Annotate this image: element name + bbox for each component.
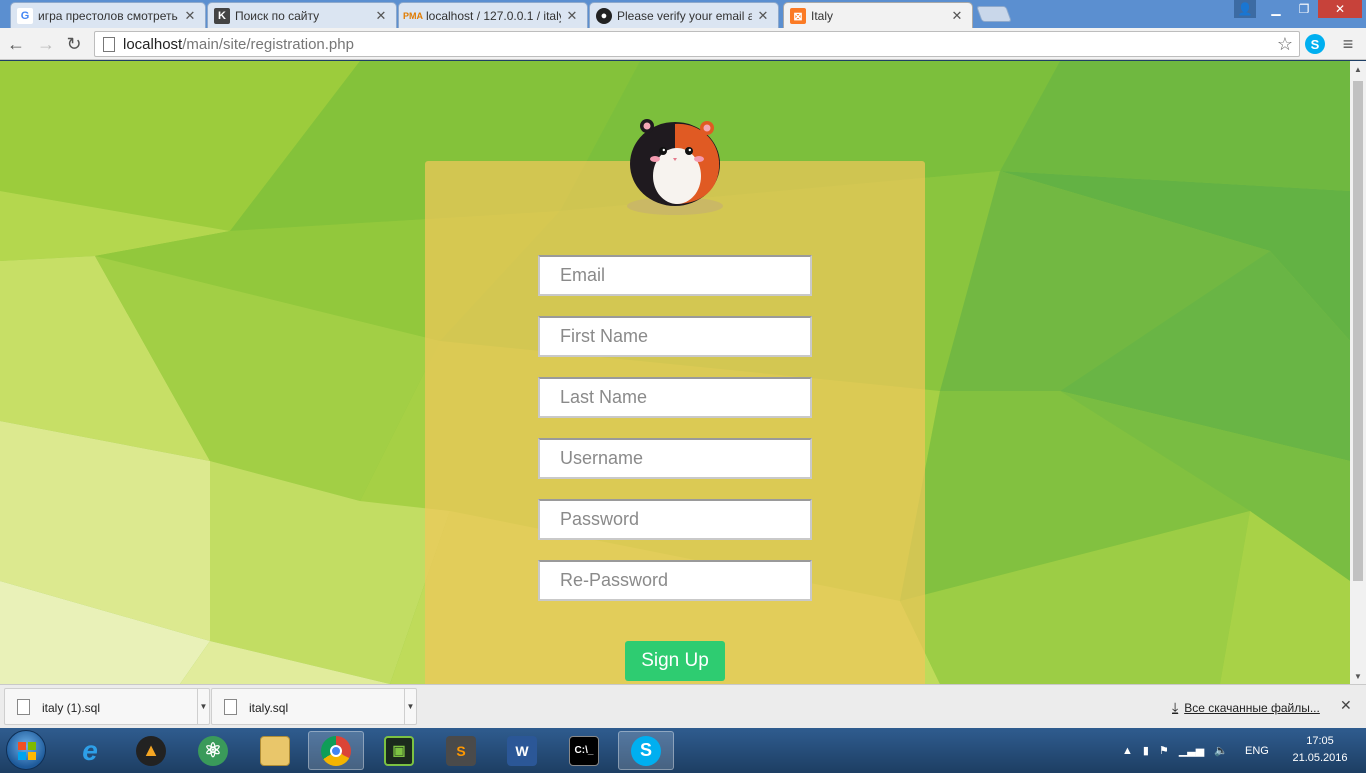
file-icon bbox=[17, 699, 30, 715]
skype-icon: S bbox=[631, 735, 661, 766]
windows-taskbar: e ▲ ⚛ ▣ S W C:\_ S ▲ ▮ ⚑ ▁▃▅ 🔈 ENG 17:05… bbox=[0, 728, 1366, 773]
username-field[interactable] bbox=[538, 438, 812, 479]
sublime-text-icon: S bbox=[446, 735, 476, 766]
tab-title: Italy bbox=[811, 9, 834, 23]
forward-button[interactable]: → bbox=[34, 32, 58, 56]
folder-icon bbox=[260, 735, 290, 766]
volume-icon[interactable]: 🔈 bbox=[1214, 744, 1228, 757]
back-button[interactable]: ← bbox=[4, 32, 28, 56]
download-name: italy.sql bbox=[249, 701, 289, 715]
registration-card bbox=[425, 161, 925, 684]
internet-explorer-icon: e bbox=[82, 734, 98, 766]
aimp-icon: ▲ bbox=[136, 735, 166, 766]
restore-button[interactable]: ❐ bbox=[1290, 0, 1318, 18]
action-center-flag-icon[interactable]: ⚑ bbox=[1159, 744, 1169, 757]
taskbar-chrome[interactable] bbox=[308, 731, 364, 770]
address-bar[interactable]: localhost/main/site/registration.php ☆ bbox=[94, 31, 1300, 57]
tab-title: Please verify your email ad bbox=[617, 8, 752, 23]
show-all-downloads-link[interactable]: ⤓ Все скачанные файлы... bbox=[1172, 699, 1320, 716]
network-signal-icon[interactable]: ▁▃▅ bbox=[1179, 744, 1204, 757]
skype-extension-icon[interactable]: S bbox=[1305, 34, 1325, 54]
google-icon: G bbox=[17, 7, 33, 24]
tab-github[interactable]: ● Please verify your email ad ✕ bbox=[589, 2, 779, 28]
show-hidden-icons-icon[interactable]: ▲ bbox=[1122, 745, 1133, 757]
tab-search[interactable]: K Поиск по сайту ✕ bbox=[207, 2, 397, 28]
battery-icon[interactable]: ▮ bbox=[1143, 744, 1149, 757]
taskbar-explorer[interactable] bbox=[247, 731, 303, 770]
show-all-label: Все скачанные файлы... bbox=[1184, 700, 1320, 715]
sign-up-button[interactable]: Sign Up bbox=[625, 641, 725, 681]
close-window-button[interactable]: ✕ bbox=[1318, 0, 1362, 18]
clock-date: 21.05.2016 bbox=[1292, 752, 1348, 764]
new-tab-button[interactable] bbox=[976, 6, 1012, 22]
last-name-field[interactable] bbox=[538, 377, 812, 418]
user-icon[interactable]: 👤 bbox=[1234, 0, 1256, 18]
taskbar-aimp[interactable]: ▲ bbox=[123, 731, 179, 770]
page-scrollbar[interactable]: ▲ ▼ bbox=[1350, 61, 1366, 684]
language-indicator[interactable]: ENG bbox=[1245, 728, 1269, 773]
tab-google[interactable]: G игра престолов смотреть ✕ bbox=[10, 2, 206, 28]
email-field[interactable] bbox=[538, 255, 812, 296]
minimize-button[interactable]: ▁ bbox=[1262, 0, 1290, 18]
tab-title: игра престолов смотреть bbox=[38, 8, 178, 23]
command-prompt-icon: C:\_ bbox=[569, 735, 599, 766]
download-item[interactable]: italy (1).sql ▼ bbox=[4, 688, 210, 725]
phpmyadmin-icon: PMA bbox=[403, 10, 423, 21]
chrome-icon bbox=[321, 735, 351, 766]
scroll-thumb[interactable] bbox=[1353, 81, 1363, 581]
github-icon: ● bbox=[596, 7, 612, 24]
hamster-logo bbox=[627, 119, 723, 215]
tab-title: localhost / 127.0.0.1 / italy bbox=[426, 8, 561, 23]
scroll-up-icon[interactable]: ▲ bbox=[1350, 61, 1366, 77]
chevron-down-icon[interactable]: ▼ bbox=[404, 689, 416, 724]
url-path: /main/site/registration.php bbox=[182, 35, 354, 53]
download-icon: ⤓ bbox=[1172, 699, 1179, 715]
word-icon: W bbox=[507, 735, 537, 766]
close-icon[interactable]: ✕ bbox=[565, 8, 579, 24]
start-button[interactable] bbox=[6, 730, 46, 770]
download-item[interactable]: italy.sql ▼ bbox=[211, 688, 417, 725]
menu-icon[interactable]: ≡ bbox=[1336, 32, 1360, 56]
file-icon bbox=[224, 699, 237, 715]
terminal-app-icon: ▣ bbox=[384, 735, 414, 766]
close-icon[interactable]: ✕ bbox=[756, 8, 770, 24]
close-icon[interactable]: ✕ bbox=[950, 8, 964, 24]
taskbar-atom[interactable]: ⚛ bbox=[185, 731, 241, 770]
download-shelf: italy (1).sql ▼ italy.sql ▼ ⤓ Все скачан… bbox=[0, 684, 1366, 728]
browser-toolbar: ← → ↻ localhost/main/site/registration.p… bbox=[0, 28, 1366, 60]
tab-strip: G игра престолов смотреть ✕ K Поиск по с… bbox=[0, 0, 1366, 29]
close-icon[interactable]: ✕ bbox=[183, 8, 197, 24]
password-field[interactable] bbox=[538, 499, 812, 540]
atom-icon: ⚛ bbox=[198, 735, 228, 766]
taskbar-word[interactable]: W bbox=[494, 731, 550, 770]
windows-logo-icon bbox=[18, 742, 36, 760]
system-tray: ▲ ▮ ⚑ ▁▃▅ 🔈 bbox=[1122, 728, 1228, 773]
tab-italy[interactable]: ⊠ Italy ✕ bbox=[783, 2, 973, 29]
taskbar-terminal-app[interactable]: ▣ bbox=[371, 731, 427, 770]
reload-button[interactable]: ↻ bbox=[62, 32, 86, 56]
taskbar-internet-explorer[interactable]: e bbox=[62, 731, 118, 770]
tab-phpmyadmin[interactable]: PMA localhost / 127.0.0.1 / italy ✕ bbox=[398, 2, 588, 28]
scroll-down-icon[interactable]: ▼ bbox=[1350, 668, 1366, 684]
chevron-down-icon[interactable]: ▼ bbox=[197, 689, 209, 724]
clock-time: 17:05 bbox=[1306, 735, 1334, 747]
tab-title: Поиск по сайту bbox=[235, 8, 320, 23]
k-icon: K bbox=[214, 7, 230, 24]
download-name: italy (1).sql bbox=[42, 701, 101, 715]
url-host: localhost bbox=[123, 35, 183, 53]
close-icon[interactable]: ✕ bbox=[1340, 697, 1352, 714]
close-icon[interactable]: ✕ bbox=[374, 8, 388, 24]
first-name-field[interactable] bbox=[538, 316, 812, 357]
taskbar-sublime[interactable]: S bbox=[433, 731, 489, 770]
taskbar-skype[interactable]: S bbox=[618, 731, 674, 770]
taskbar-clock[interactable]: 17:05 21.05.2016 bbox=[1290, 733, 1350, 767]
bookmark-star-icon[interactable]: ☆ bbox=[1277, 34, 1293, 55]
xampp-icon: ⊠ bbox=[790, 8, 806, 24]
taskbar-cmd[interactable]: C:\_ bbox=[556, 731, 612, 770]
repassword-field[interactable] bbox=[538, 560, 812, 601]
page-icon bbox=[103, 36, 115, 52]
